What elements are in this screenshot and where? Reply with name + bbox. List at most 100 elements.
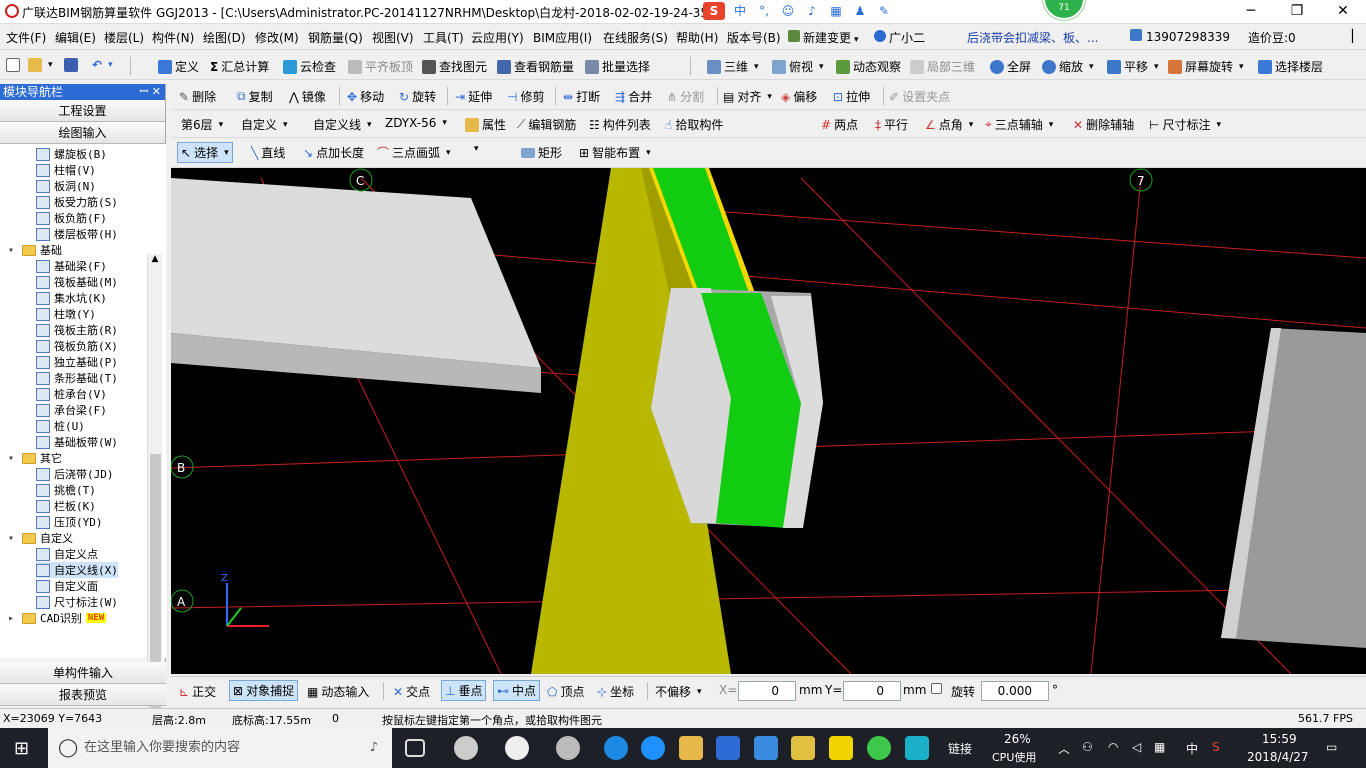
project-settings-button[interactable]: 工程设置 [0,100,165,122]
define-button[interactable]: 定义 [158,58,199,75]
expand-toggle-icon[interactable]: ▸ [8,613,18,624]
tree-item[interactable]: 挑檐(T) [36,482,96,498]
tree-item[interactable]: 栏板(K) [36,498,96,514]
emoji-icon[interactable]: ☺ [779,2,797,20]
tree-item[interactable]: 楼层板带(H) [36,226,118,242]
intersection-button[interactable]: ✕ 交点 [393,683,430,700]
sogou-tray-icon[interactable]: S [1212,740,1220,754]
coordinate-button[interactable]: ⊹ 坐标 [597,683,634,700]
sogou-icon[interactable]: S [703,2,725,20]
3d-viewport[interactable]: C 7 B A Z [171,168,1366,674]
clock-time[interactable]: 15:59 [1262,732,1297,746]
component-code-select[interactable]: ZDYX-56 [385,116,459,130]
tree-item[interactable]: 条形基础(T) [36,370,118,386]
right-wall[interactable] [1221,328,1366,648]
dimension-button[interactable]: ⊢ 尺寸标注 [1149,116,1221,133]
tree-item[interactable]: 压顶(YD) [36,514,103,530]
midpoint-button[interactable]: ⊷ 中点 [493,680,541,701]
menu-modify[interactable]: 修改(M) [255,29,299,46]
cloud-check-button[interactable]: 云检查 [283,58,336,75]
tree-item[interactable]: 桩承台(V) [36,386,107,402]
parallel-button[interactable]: ‡ 平行 [875,116,908,133]
guangxiaoer-button[interactable]: 广小二 [874,29,925,46]
tree-item[interactable]: 集水坑(K) [36,290,107,306]
3d-view-button[interactable]: 三维 [707,58,759,75]
pinwheel-app-icon[interactable] [454,736,478,760]
tree-item[interactable]: 筏板负筋(X) [36,338,118,354]
tree-folder[interactable]: ▾ 自定义 [8,530,73,546]
extend-button[interactable]: ⇥ 延伸 [455,88,492,105]
edge-icon[interactable] [604,736,628,760]
tools-icon[interactable]: ✎ [875,2,893,20]
type-select[interactable]: 自定义 [241,116,311,133]
scroll-up-icon[interactable]: ▲ [148,254,162,264]
rectangle-button[interactable]: 矩形 [521,144,562,161]
clock-date[interactable]: 2018/4/27 [1247,750,1309,764]
single-component-button[interactable]: 单构件输入 [0,662,166,684]
split-button[interactable]: ⋔ 分割 [667,88,704,105]
ime-zh[interactable]: 中 [731,2,749,20]
tree-folder[interactable]: ▾ 基础 [8,242,62,258]
point-angle-button[interactable]: ∠ 点角 [925,116,973,133]
report-preview-button[interactable]: 报表预览 [0,684,166,706]
object-snap-button[interactable]: ⊠ 对象捕捉 [229,680,299,701]
pin-close-icon[interactable]: ꟷ ✕ [139,84,161,100]
floor-select[interactable]: 第6层 [181,116,239,133]
help-app-icon[interactable] [829,736,853,760]
user-account[interactable]: 13907298339 [1130,29,1230,44]
tree-folder[interactable]: ▾ 其它 [8,450,62,466]
menu-floor[interactable]: 楼层(L) [104,29,144,46]
line-button[interactable]: ╲ 直线 [251,144,285,161]
close-button[interactable]: ✕ [1320,0,1366,24]
top-view-button[interactable]: 俯视 [772,58,824,75]
arc-option-select[interactable] [471,144,517,154]
pick-component-button[interactable]: ☝ 拾取构件 [665,116,723,133]
component-list-button[interactable]: ☷ 构件列表 [589,116,651,133]
zoom-button[interactable]: 缩放 [1042,58,1094,75]
network-icon[interactable]: ◠ [1108,740,1118,754]
task-view-icon[interactable] [405,739,425,757]
copy-button[interactable]: ⧉ 复制 [237,88,273,105]
notification-badge[interactable]: 71 [1043,0,1085,20]
align-slab-top-button[interactable]: 平齐板顶 [348,58,413,75]
menu-rebar[interactable]: 钢筋量(Q) [308,29,363,46]
notes-app-icon[interactable] [791,736,815,760]
subtype-select[interactable]: 自定义线 [313,116,381,133]
stretch-button[interactable]: ⊡ 拉伸 [833,88,870,105]
set-grip-button[interactable]: ✐ 设置夹点 [889,88,950,105]
tree-item[interactable]: 柱帽(V) [36,162,96,178]
glodon-active-app-icon[interactable] [754,736,778,760]
menu-version[interactable]: 版本号(B) [727,29,781,46]
spiral-app-icon[interactable] [556,736,580,760]
minimize-button[interactable]: ─ [1228,0,1274,24]
find-element-button[interactable]: 查找图元 [422,58,487,75]
move-button[interactable]: ✥ 移动 [347,88,384,105]
open-file-icon[interactable] [28,58,53,72]
select-floor-button[interactable]: 选择楼层 [1258,58,1323,75]
edit-rebar-button[interactable]: ⟋ 编辑钢筋 [517,116,576,133]
mic-icon[interactable]: ♪ [803,2,821,20]
screen-rotate-button[interactable]: 屏幕旋转 [1168,58,1244,75]
point-length-button[interactable]: ↘ 点加长度 [303,144,364,161]
teal-app-icon[interactable] [905,736,929,760]
tree-item[interactable]: 板负筋(F) [36,210,107,226]
tree-item[interactable]: 自定义面 [36,578,98,594]
menu-help[interactable]: 帮助(H) [676,29,718,46]
pan-button[interactable]: 平移 [1107,58,1159,75]
menu-view[interactable]: 视图(V) [372,29,414,46]
expand-toggle-icon[interactable]: ▾ [8,533,18,544]
save-icon[interactable] [64,58,78,72]
taskbar-link[interactable]: 链接 [948,740,972,757]
tree-item[interactable]: 自定义点 [36,546,98,562]
menu-cloud[interactable]: 云应用(Y) [471,29,524,46]
delete-axis-button[interactable]: ✕ 删除辅轴 [1073,116,1134,133]
tree-item[interactable]: 桩(U) [36,418,85,434]
file-explorer-icon[interactable] [679,736,703,760]
tree-item[interactable]: 自定义线(X) [36,562,118,578]
ie-old-icon[interactable] [505,736,529,760]
people-icon[interactable]: ⚇ [1082,740,1093,754]
action-center-icon[interactable]: ▭ [1326,740,1337,754]
align-button[interactable]: ▤ 对齐 [723,88,772,105]
menu-file[interactable]: 文件(F) [6,29,46,46]
menu-component[interactable]: 构件(N) [152,29,194,46]
